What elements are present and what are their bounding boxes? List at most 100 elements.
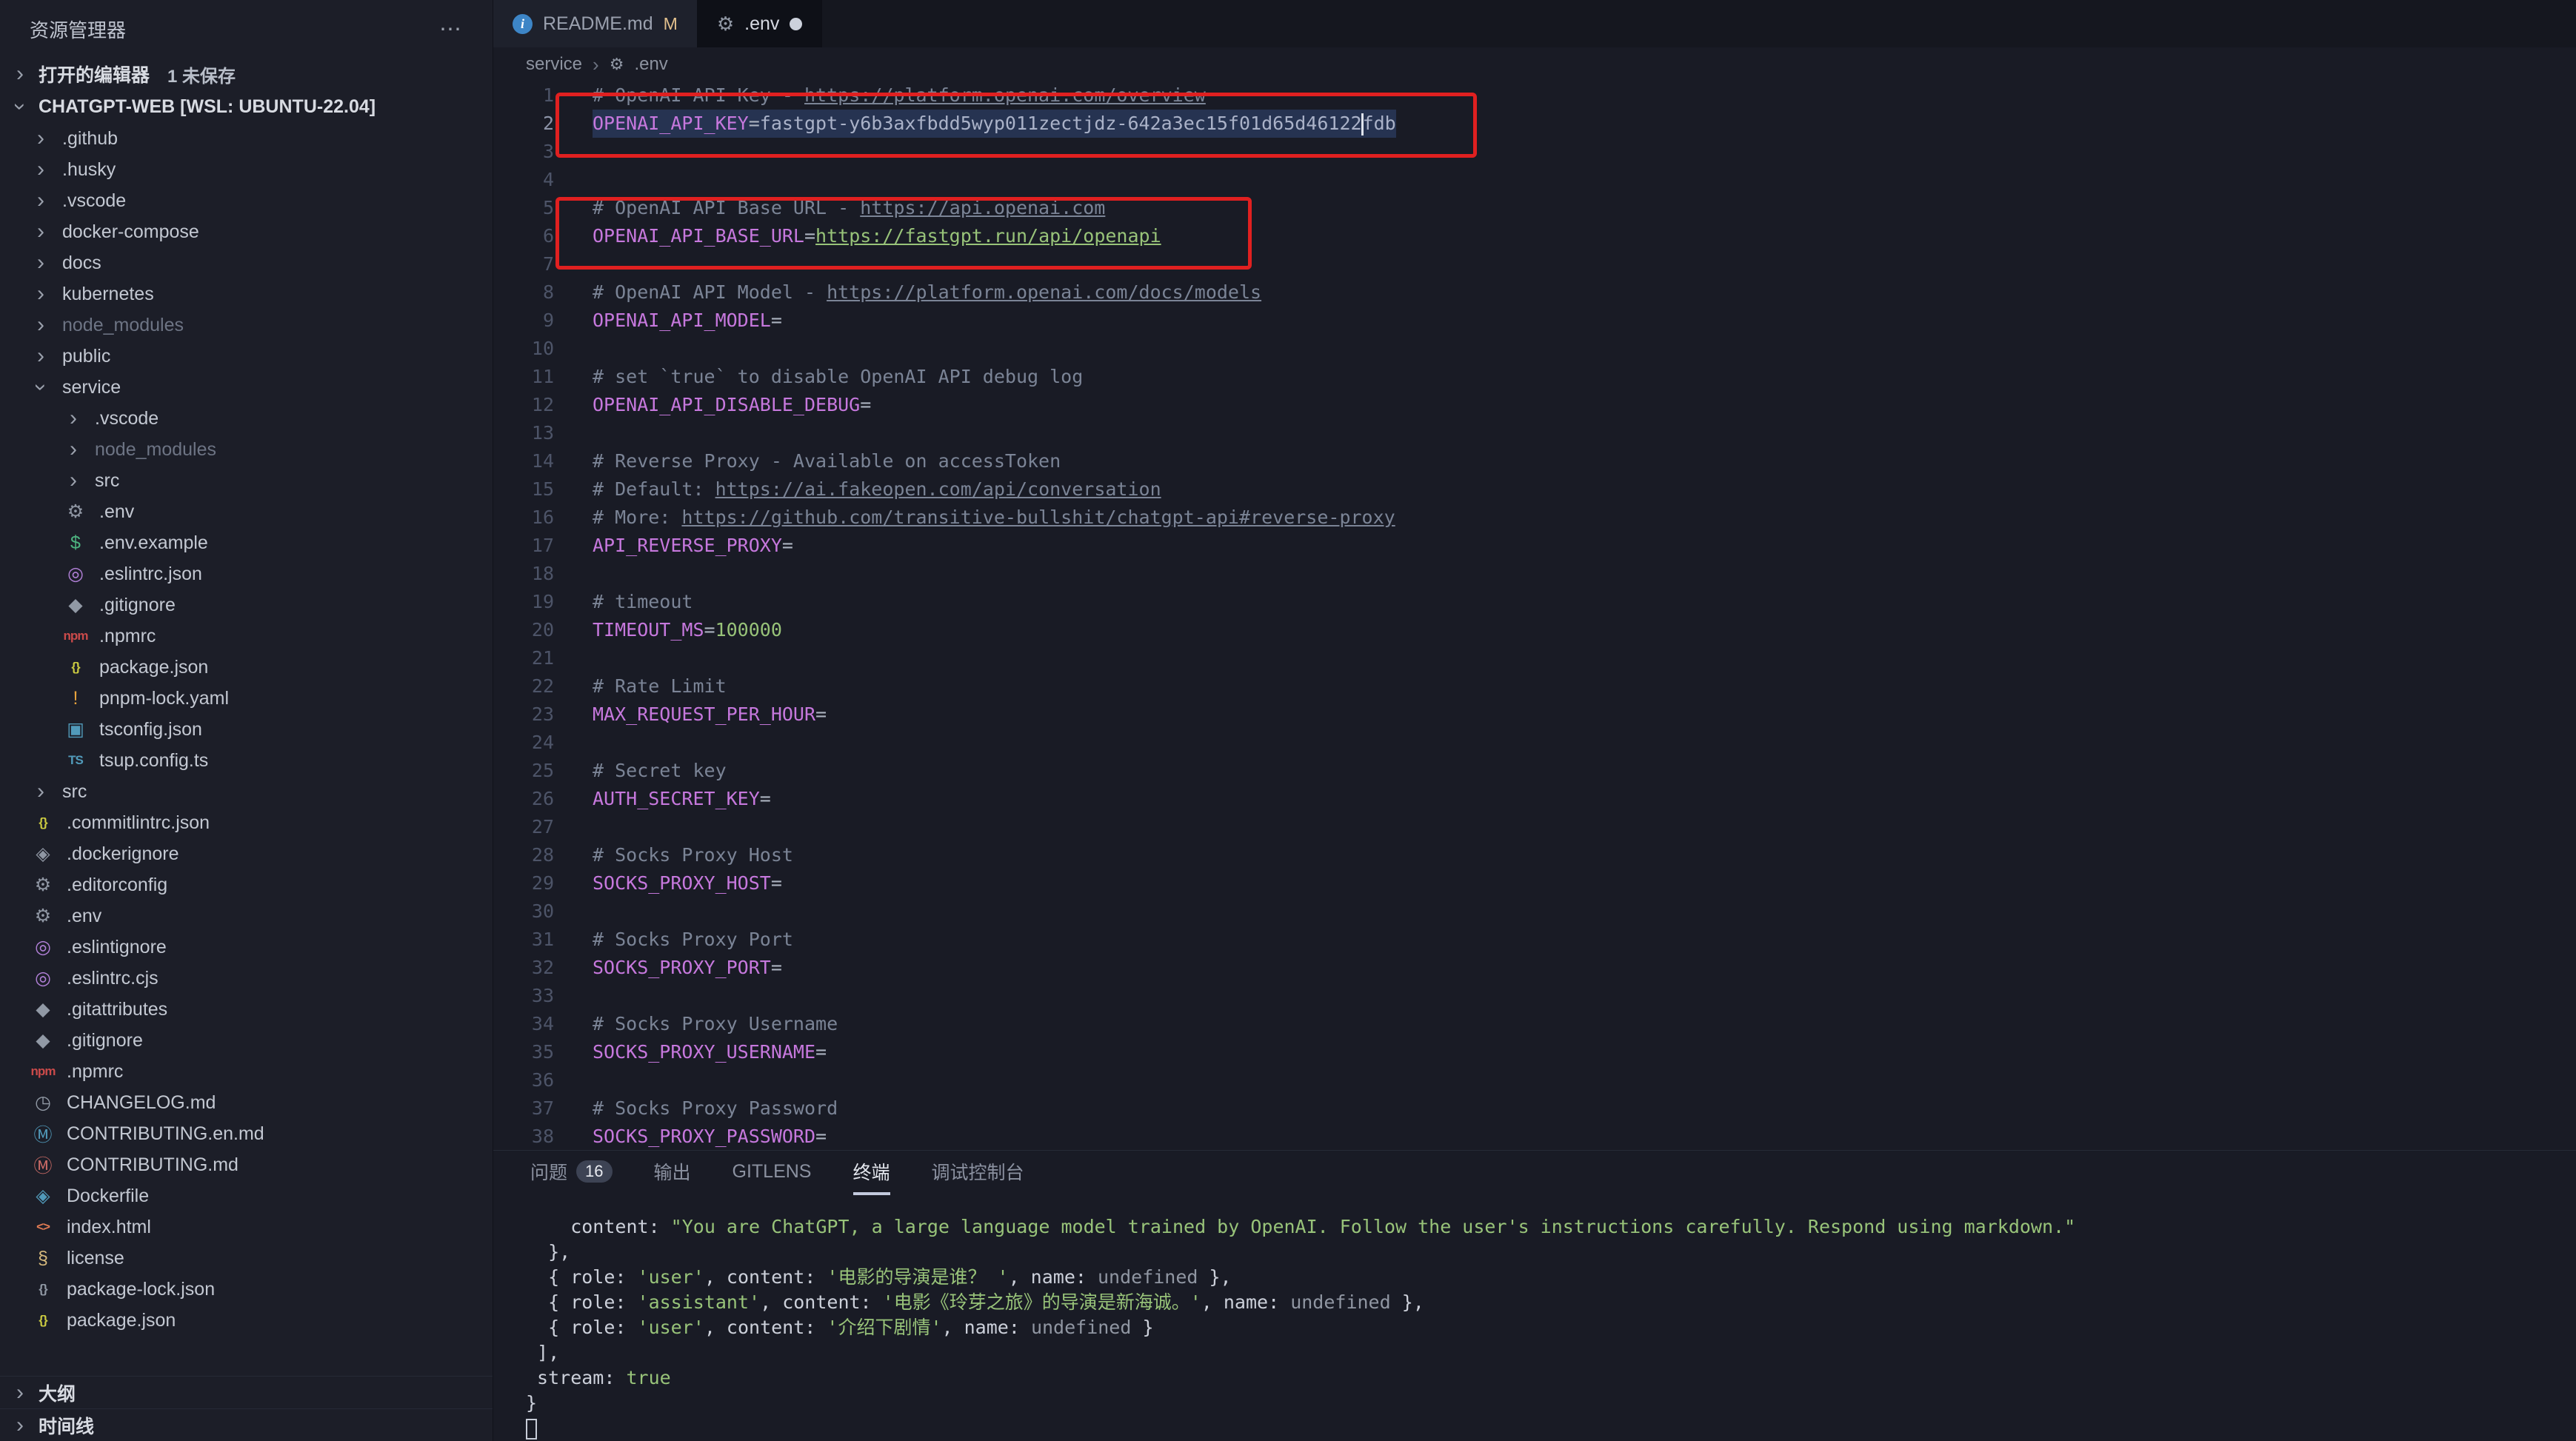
panel-tab-gitlens[interactable]: GITLENS — [733, 1151, 812, 1195]
panel-tab-debug-console[interactable]: 调试控制台 — [932, 1151, 1024, 1195]
tree-folder-docker-compose[interactable]: ›docker-compose — [0, 216, 493, 247]
tree-file-tsup.config.ts[interactable]: TStsup.config.ts — [0, 745, 493, 776]
line-content: # timeout — [593, 588, 693, 616]
tree-file-.npmrc[interactable]: npm.npmrc — [0, 621, 493, 652]
code-line-6[interactable]: 6OPENAI_API_BASE_URL=https://fastgpt.run… — [493, 222, 2576, 250]
timeline-section[interactable]: › 时间线 — [0, 1408, 493, 1441]
code-line-11[interactable]: 11# set `true` to disable OpenAI API deb… — [493, 363, 2576, 391]
code-line-15[interactable]: 15# Default: https://ai.fakeopen.com/api… — [493, 475, 2576, 504]
code-line-10[interactable]: 10 — [493, 335, 2576, 363]
code-editor[interactable]: 1# OpenAI API Key - https://platform.ope… — [493, 81, 2576, 1150]
code-line-31[interactable]: 31# Socks Proxy Port — [493, 926, 2576, 954]
tree-file-.npmrc[interactable]: npm.npmrc — [0, 1056, 493, 1087]
line-content: OPENAI_API_DISABLE_DEBUG= — [593, 391, 871, 419]
tree-file-package.json[interactable]: {}package.json — [0, 1305, 493, 1336]
code-line-16[interactable]: 16# More: https://github.com/transitive-… — [493, 504, 2576, 532]
code-line-35[interactable]: 35SOCKS_PROXY_USERNAME= — [493, 1038, 2576, 1066]
code-line-26[interactable]: 26AUTH_SECRET_KEY= — [493, 785, 2576, 813]
tree-file-pnpm-lock.yaml[interactable]: !pnpm-lock.yaml — [0, 683, 493, 714]
terminal-line: }, — [526, 1240, 2576, 1265]
more-actions-icon[interactable]: ⋯ — [439, 16, 463, 42]
tree-file-package-lock.json[interactable]: {}package-lock.json — [0, 1274, 493, 1305]
code-line-38[interactable]: 38SOCKS_PROXY_PASSWORD= — [493, 1123, 2576, 1150]
tree-folder-.vscode[interactable]: ›.vscode — [0, 185, 493, 216]
tree-folder-.husky[interactable]: ›.husky — [0, 154, 493, 185]
tree-folder-public[interactable]: ›public — [0, 341, 493, 372]
code-line-20[interactable]: 20TIMEOUT_MS=100000 — [493, 616, 2576, 644]
project-section[interactable]: › CHATGPT-WEB [WSL: UBUNTU-22.04] — [0, 90, 493, 123]
code-line-22[interactable]: 22# Rate Limit — [493, 672, 2576, 701]
tree-file-.eslintignore[interactable]: ◎.eslintignore — [0, 932, 493, 963]
code-token: # OpenAI API Base URL - — [593, 197, 860, 218]
code-line-21[interactable]: 21 — [493, 644, 2576, 672]
code-line-37[interactable]: 37# Socks Proxy Password — [493, 1094, 2576, 1123]
tree-folder-node_modules[interactable]: ›node_modules — [0, 434, 493, 465]
outline-section[interactable]: › 大纲 — [0, 1376, 493, 1408]
unsaved-dot-icon[interactable] — [790, 18, 802, 30]
code-line-24[interactable]: 24 — [493, 729, 2576, 757]
code-line-1[interactable]: 1# OpenAI API Key - https://platform.ope… — [493, 81, 2576, 110]
code-line-17[interactable]: 17API_REVERSE_PROXY= — [493, 532, 2576, 560]
tree-file-changelog.md[interactable]: ◷CHANGELOG.md — [0, 1087, 493, 1118]
code-line-9[interactable]: 9OPENAI_API_MODEL= — [493, 307, 2576, 335]
code-line-32[interactable]: 32SOCKS_PROXY_PORT= — [493, 954, 2576, 982]
open-editors-section[interactable]: › 打开的编辑器 1 未保存 — [0, 58, 493, 90]
tree-folder-service[interactable]: ›service — [0, 372, 493, 403]
code-line-2[interactable]: 2OPENAI_API_KEY=fastgpt-y6b3axfbdd5wyp01… — [493, 110, 2576, 138]
code-line-27[interactable]: 27 — [493, 813, 2576, 841]
code-line-30[interactable]: 30 — [493, 897, 2576, 926]
tree-file-.editorconfig[interactable]: ⚙.editorconfig — [0, 869, 493, 900]
code-line-13[interactable]: 13 — [493, 419, 2576, 447]
tree-file-tsconfig.json[interactable]: ▣tsconfig.json — [0, 714, 493, 745]
code-line-7[interactable]: 7 — [493, 250, 2576, 278]
tree-file-contributing.en.md[interactable]: ⓂCONTRIBUTING.en.md — [0, 1118, 493, 1149]
breadcrumb-file[interactable]: .env — [634, 54, 667, 75]
terminal-output[interactable]: content: "You are ChatGPT, a large langu… — [493, 1195, 2576, 1441]
code-line-3[interactable]: 3 — [493, 138, 2576, 166]
tree-folder-src[interactable]: ›src — [0, 465, 493, 496]
tree-file-license[interactable]: §license — [0, 1243, 493, 1274]
tree-file-.env[interactable]: ⚙.env — [0, 496, 493, 527]
tab-env[interactable]: ⚙ .env — [698, 0, 823, 47]
tree-file-index.html[interactable]: <>index.html — [0, 1211, 493, 1243]
tree-folder-node_modules[interactable]: ›node_modules — [0, 310, 493, 341]
code-line-33[interactable]: 33 — [493, 982, 2576, 1010]
code-line-19[interactable]: 19# timeout — [493, 588, 2576, 616]
code-line-12[interactable]: 12OPENAI_API_DISABLE_DEBUG= — [493, 391, 2576, 419]
tree-folder-.vscode[interactable]: ›.vscode — [0, 403, 493, 434]
panel-tab-output[interactable]: 输出 — [654, 1151, 691, 1195]
tree-file-.env.example[interactable]: $.env.example — [0, 527, 493, 558]
tree-folder-kubernetes[interactable]: ›kubernetes — [0, 278, 493, 310]
code-line-34[interactable]: 34# Socks Proxy Username — [493, 1010, 2576, 1038]
tree-file-.eslintrc.json[interactable]: ◎.eslintrc.json — [0, 558, 493, 589]
tree-file-.gitattributes[interactable]: ◆.gitattributes — [0, 994, 493, 1025]
panel-tab-terminal[interactable]: 终端 — [853, 1151, 890, 1195]
code-line-36[interactable]: 36 — [493, 1066, 2576, 1094]
tree-folder-docs[interactable]: ›docs — [0, 247, 493, 278]
sidebar-bottom-sections: › 大纲 › 时间线 — [0, 1376, 493, 1441]
tree-file-.commitlintrc.json[interactable]: {}.commitlintrc.json — [0, 807, 493, 838]
code-line-8[interactable]: 8# OpenAI API Model - https://platform.o… — [493, 278, 2576, 307]
tree-file-.eslintrc.cjs[interactable]: ◎.eslintrc.cjs — [0, 963, 493, 994]
code-line-23[interactable]: 23MAX_REQUEST_PER_HOUR= — [493, 701, 2576, 729]
tree-file-package.json[interactable]: {}package.json — [0, 652, 493, 683]
tab-readme[interactable]: i README.md M — [493, 0, 698, 47]
code-line-25[interactable]: 25# Secret key — [493, 757, 2576, 785]
tree-file-.dockerignore[interactable]: ◈.dockerignore — [0, 838, 493, 869]
tree-file-.env[interactable]: ⚙.env — [0, 900, 493, 932]
code-line-29[interactable]: 29SOCKS_PROXY_HOST= — [493, 869, 2576, 897]
breadcrumb-folder[interactable]: service — [526, 54, 582, 75]
tree-file-contributing.md[interactable]: ⓂCONTRIBUTING.md — [0, 1149, 493, 1180]
panel-tab-problems[interactable]: 问题16 — [530, 1151, 613, 1195]
tree-file-.gitignore[interactable]: ◆.gitignore — [0, 589, 493, 621]
code-line-5[interactable]: 5# OpenAI API Base URL - https://api.ope… — [493, 194, 2576, 222]
tree-folder-.github[interactable]: ›.github — [0, 123, 493, 154]
code-line-14[interactable]: 14# Reverse Proxy - Available on accessT… — [493, 447, 2576, 475]
code-line-28[interactable]: 28# Socks Proxy Host — [493, 841, 2576, 869]
code-line-18[interactable]: 18 — [493, 560, 2576, 588]
tree-file-dockerfile[interactable]: ◈Dockerfile — [0, 1180, 493, 1211]
tree-file-.gitignore[interactable]: ◆.gitignore — [0, 1025, 493, 1056]
tree-folder-src[interactable]: ›src — [0, 776, 493, 807]
code-line-4[interactable]: 4 — [493, 166, 2576, 194]
pnpm-icon: ! — [62, 688, 89, 709]
